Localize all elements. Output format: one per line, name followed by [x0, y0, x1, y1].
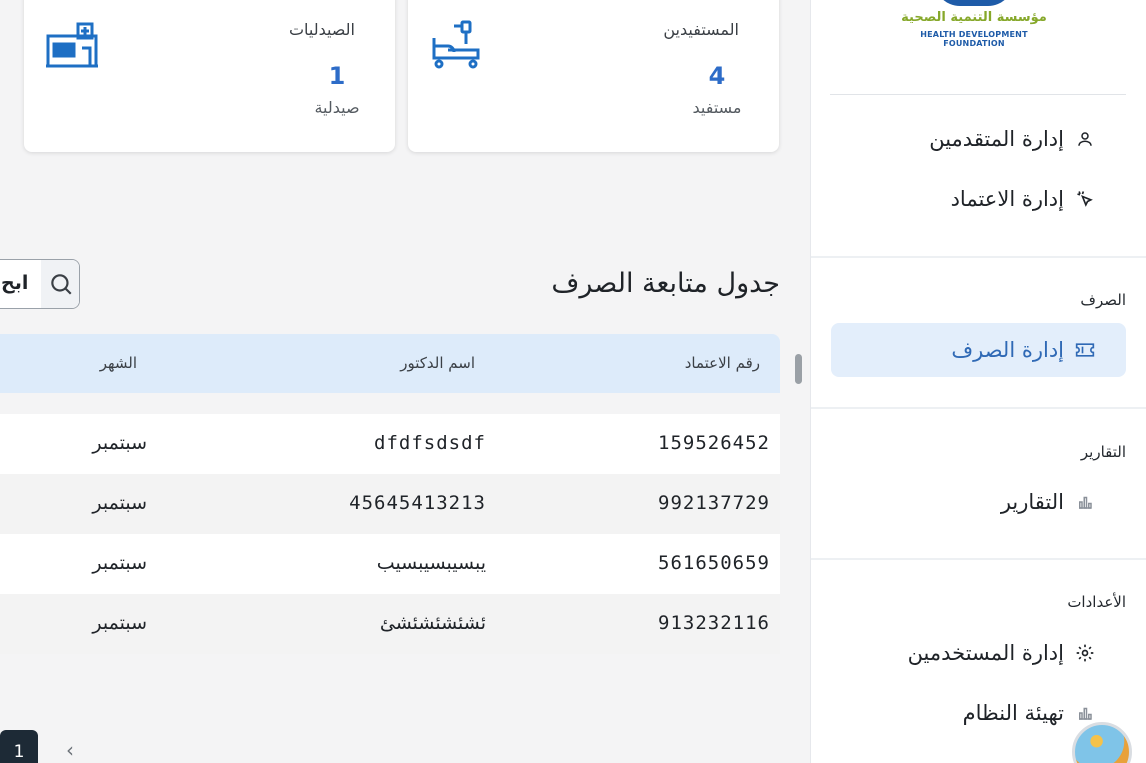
- sidebar-item-disbursement[interactable]: إدارة الصرف: [831, 323, 1126, 377]
- hospital-bed-icon: [426, 18, 484, 76]
- cell-accreditation-no: 159526452: [658, 432, 770, 454]
- sidebar-separator: [811, 558, 1146, 560]
- sidebar-item-label: التقارير: [1000, 490, 1064, 514]
- sidebar-item-applicants[interactable]: إدارة المتقدمين: [831, 112, 1126, 166]
- cell-doctor-name: dfdfsdsdf: [374, 432, 486, 454]
- table-row[interactable]: 159526452 dfdfsdsdf سبتمبر: [0, 414, 780, 474]
- sidebar-divider: [830, 94, 1126, 95]
- stat-card-pharmacies: الصيدليات 1 صيدلية: [24, 0, 395, 152]
- pagination-page-current[interactable]: 1: [0, 730, 38, 763]
- pointer-click-icon: [1074, 188, 1096, 210]
- sidebar-item-label: تهيئة النظام: [962, 701, 1064, 725]
- cell-doctor-name: 45645413213: [349, 492, 486, 514]
- column-header-accreditation-no[interactable]: رقم الاعتماد: [685, 354, 760, 372]
- table-row[interactable]: 913232116 ئشئشئشئشئ سبتمبر: [0, 594, 780, 654]
- sidebar-item-reports[interactable]: التقارير: [831, 475, 1126, 529]
- bar-chart-icon: [1074, 491, 1096, 513]
- column-header-month[interactable]: الشهر: [100, 354, 137, 372]
- sidebar: مؤسسة التنمية الصحية HEALTH DEVELOPMENT …: [810, 0, 1146, 763]
- cell-accreditation-no: 913232116: [658, 612, 770, 634]
- stat-value: 1: [328, 62, 346, 90]
- table-row[interactable]: 992137729 45645413213 سبتمبر: [0, 474, 780, 534]
- stat-unit: صيدلية: [314, 98, 360, 117]
- cell-accreditation-no: 561650659: [658, 552, 770, 574]
- sidebar-separator: [811, 407, 1146, 409]
- stat-unit: مستفيد: [692, 98, 742, 117]
- org-name-en: HEALTH DEVELOPMENT FOUNDATION: [920, 30, 1028, 48]
- search-icon[interactable]: [41, 260, 79, 308]
- sidebar-item-users[interactable]: إدارة المستخدمين: [831, 626, 1126, 680]
- section-title-settings: الأعدادات: [1067, 593, 1126, 611]
- cell-month: سبتمبر: [92, 612, 147, 634]
- cell-month: سبتمبر: [92, 552, 147, 574]
- sidebar-item-accreditation[interactable]: إدارة الاعتماد: [831, 172, 1126, 226]
- sidebar-item-label: إدارة المستخدمين: [907, 641, 1064, 665]
- table-row[interactable]: 561650659 يبسيبسيبسيب سبتمبر: [0, 534, 780, 594]
- scrollbar-thumb[interactable]: [795, 354, 802, 384]
- cell-month: سبتمبر: [92, 432, 147, 454]
- cell-accreditation-no: 992137729: [658, 492, 770, 514]
- stat-title: الصيدليات: [288, 20, 355, 39]
- cell-month: سبتمبر: [92, 492, 147, 514]
- stat-card-beneficiaries: المستفيدين 4 مستفيد: [408, 0, 779, 152]
- page-title: جدول متابعة الصرف: [551, 268, 780, 299]
- cell-doctor-name: ئشئشئشئشئ: [379, 612, 486, 634]
- table-header: رقم الاعتماد اسم الدكتور الشهر: [0, 334, 780, 393]
- sidebar-item-label: إدارة المتقدمين: [929, 127, 1064, 151]
- column-header-doctor-name[interactable]: اسم الدكتور: [400, 354, 475, 372]
- pharmacy-building-icon: [42, 18, 100, 76]
- section-title-reports: التقارير: [1080, 443, 1126, 461]
- gear-icon: [1074, 642, 1096, 664]
- ticket-icon: [1074, 339, 1096, 361]
- user-icon: [1074, 128, 1096, 150]
- org-name-ar: مؤسسة التنمية الصحية: [901, 10, 1047, 25]
- logo-emblem: [934, 0, 1014, 6]
- bar-chart-icon: [1074, 702, 1096, 724]
- cell-doctor-name: يبسيبسيبسيب: [376, 552, 486, 574]
- pagination-next-icon[interactable]: ›: [60, 738, 80, 762]
- stat-title: المستفيدين: [663, 20, 739, 39]
- org-logo: مؤسسة التنمية الصحية HEALTH DEVELOPMENT …: [894, 0, 1054, 80]
- section-title-disbursement: الصرف: [1080, 291, 1126, 309]
- search-placeholder: ابح: [1, 272, 29, 294]
- sidebar-item-label: إدارة الصرف: [951, 338, 1064, 362]
- sidebar-item-label: إدارة الاعتماد: [950, 187, 1064, 211]
- stat-value: 4: [708, 62, 726, 90]
- sidebar-separator: [811, 256, 1146, 258]
- search-box[interactable]: ابح: [0, 259, 80, 309]
